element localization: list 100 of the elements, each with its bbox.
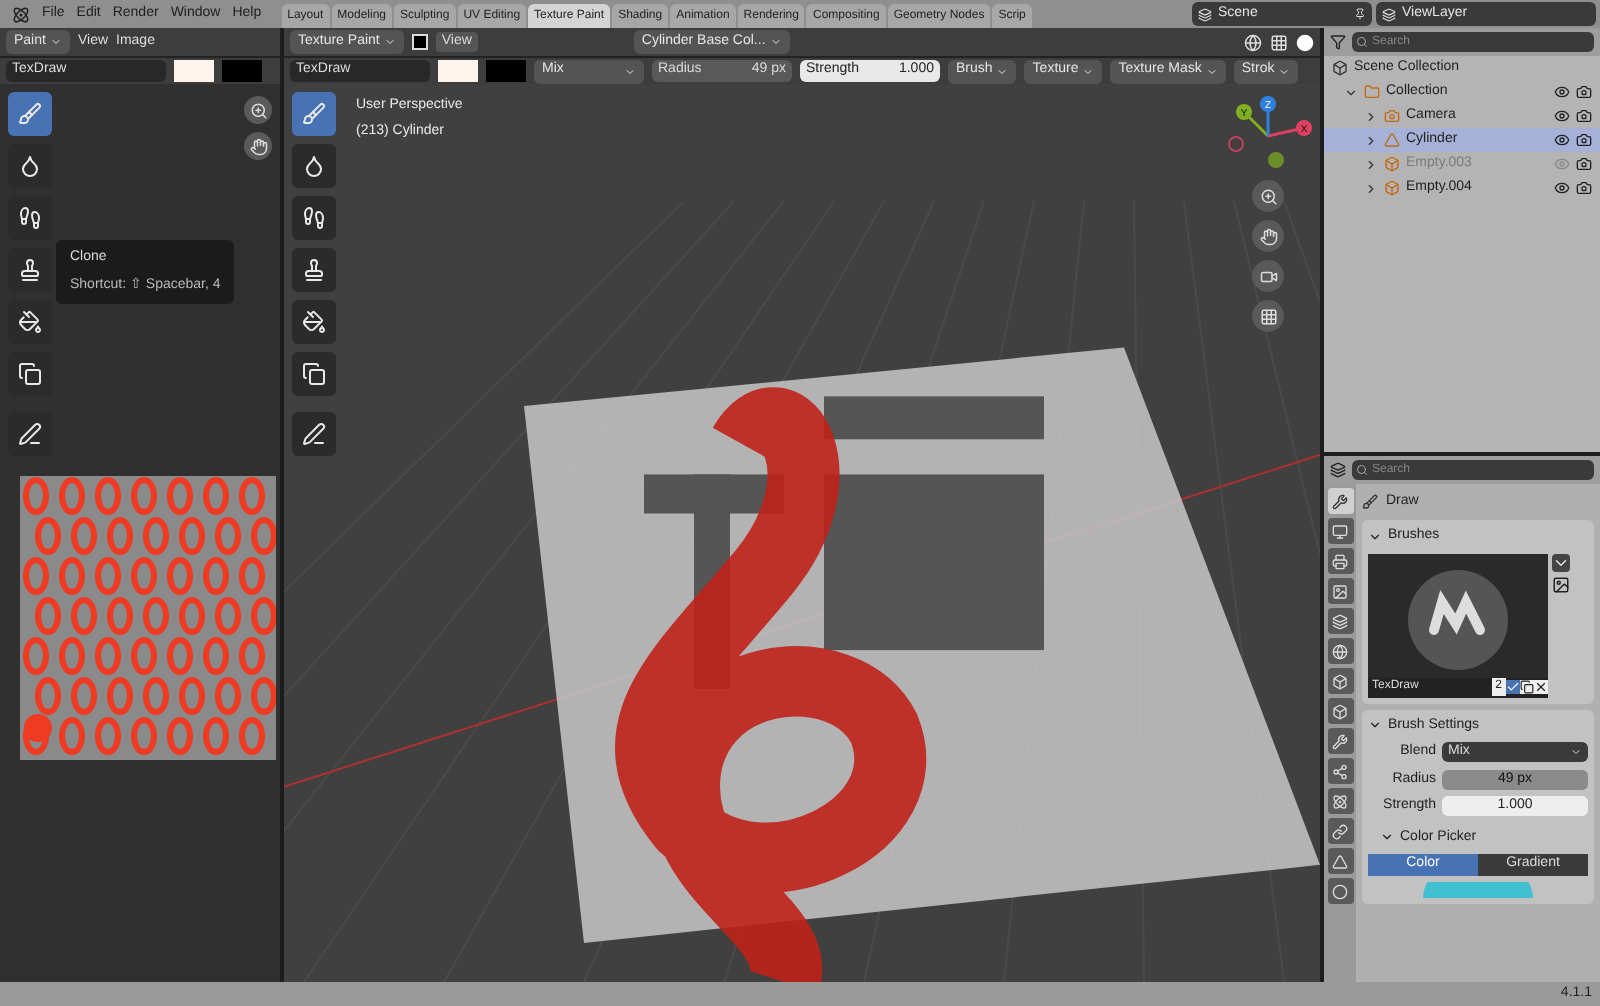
- smear-tool-icon: [18, 206, 42, 230]
- caret-icon: [383, 36, 396, 48]
- caret-icon: [624, 65, 636, 77]
- soften-tool-icon: [18, 154, 42, 178]
- zoom-icon: [1259, 187, 1277, 205]
- secondary-color-swatch[interactable]: [486, 60, 526, 82]
- render-icon[interactable]: [1576, 132, 1592, 148]
- properties-tab[interactable]: [1327, 488, 1353, 514]
- output-tab-icon: [1332, 553, 1348, 569]
- modifier-tab-icon: [1332, 733, 1348, 749]
- dropdown-icon[interactable]: [1552, 553, 1570, 571]
- properties-tab[interactable]: [1327, 878, 1353, 904]
- render-icon[interactable]: [1576, 108, 1592, 124]
- empty-icon: [1384, 156, 1400, 172]
- fake-user-icon[interactable]: [1506, 680, 1520, 694]
- visibility-icon[interactable]: [1554, 180, 1570, 196]
- grid-icon: [1259, 307, 1277, 325]
- caret-icon: [1082, 65, 1095, 77]
- tool-button[interactable]: [8, 352, 52, 396]
- shading-icon[interactable]: [1296, 33, 1314, 51]
- tool-button[interactable]: [292, 144, 336, 188]
- physics-tab-icon: [1332, 793, 1348, 809]
- properties-tab[interactable]: [1327, 638, 1353, 664]
- properties-tab[interactable]: [1327, 848, 1353, 874]
- tool-button[interactable]: [8, 92, 52, 136]
- collection-icon: [1364, 84, 1380, 100]
- zoom-button[interactable]: [244, 96, 272, 124]
- caret-icon: [1205, 65, 1218, 77]
- view-tab-icon: [1332, 583, 1348, 599]
- image-icon[interactable]: [1552, 575, 1570, 593]
- camera-icon: [1384, 108, 1400, 124]
- fill-tool-icon: [18, 310, 42, 334]
- tool-button[interactable]: [292, 248, 336, 292]
- tool-button[interactable]: [8, 196, 52, 240]
- caret-icon: [1570, 746, 1582, 759]
- tool-button[interactable]: [8, 412, 52, 456]
- mesh-icon: [1384, 132, 1400, 148]
- duplicate-icon[interactable]: [1520, 680, 1534, 694]
- filter-icon[interactable]: [1330, 34, 1346, 50]
- xray-icon[interactable]: [1270, 33, 1288, 51]
- mask-tool-icon: [302, 362, 326, 386]
- pan-button[interactable]: [244, 132, 272, 160]
- properties-tab[interactable]: [1327, 578, 1353, 604]
- properties-tab[interactable]: [1327, 608, 1353, 634]
- annotate-tool-icon: [18, 422, 42, 446]
- chevron-icon: [1368, 529, 1382, 544]
- visibility-icon[interactable]: [1554, 108, 1570, 124]
- properties-tab[interactable]: [1327, 548, 1353, 574]
- tool-button[interactable]: [292, 300, 336, 344]
- tool-button[interactable]: [292, 352, 336, 396]
- properties-tab[interactable]: [1327, 518, 1353, 544]
- draw-tool-icon: [18, 102, 42, 126]
- caret-icon: [49, 36, 62, 48]
- primary-color-swatch[interactable]: [438, 60, 478, 82]
- render-icon[interactable]: [1576, 84, 1592, 100]
- app-logo-icon: [12, 5, 30, 23]
- properties-tab[interactable]: [1327, 668, 1353, 694]
- tool-button[interactable]: [8, 300, 52, 344]
- collection-tab-icon: [1332, 673, 1348, 689]
- camera-icon: [1259, 267, 1277, 285]
- tool-button[interactable]: [292, 196, 336, 240]
- properties-tab[interactable]: [1327, 728, 1353, 754]
- overlay-icon[interactable]: [1244, 33, 1262, 51]
- color-swatch[interactable]: [411, 34, 428, 50]
- chevron-icon: [1368, 718, 1382, 733]
- scene-icon: [1198, 7, 1212, 21]
- primary-color-swatch[interactable]: [174, 60, 214, 82]
- properties-tab[interactable]: [1327, 758, 1353, 784]
- smear-tool-icon: [302, 206, 326, 230]
- editor-type-icon[interactable]: [1330, 462, 1346, 478]
- scene-tab-icon: [1332, 613, 1348, 629]
- tool-tab-icon: [1332, 493, 1348, 509]
- tool-button[interactable]: [8, 248, 52, 292]
- empty-icon: [1384, 180, 1400, 196]
- scene-collection-icon: [1332, 60, 1348, 76]
- properties-tab[interactable]: [1327, 818, 1353, 844]
- properties-tab[interactable]: [1327, 698, 1353, 724]
- fill-tool-icon: [302, 310, 326, 334]
- tool-button[interactable]: [292, 412, 336, 456]
- mask-tool-icon: [18, 362, 42, 386]
- search-icon: [1356, 464, 1368, 476]
- zoom-icon: [249, 101, 267, 119]
- search-icon: [1356, 36, 1368, 48]
- caret-icon: [1278, 65, 1291, 77]
- unlink-icon[interactable]: [1534, 680, 1548, 694]
- hand-icon: [249, 137, 267, 155]
- draw-tool-icon: [302, 102, 326, 126]
- properties-tab[interactable]: [1327, 788, 1353, 814]
- tool-button[interactable]: [292, 92, 336, 136]
- chevron-icon: [1380, 830, 1394, 845]
- hand-icon: [1259, 227, 1277, 245]
- material-tab-icon: [1332, 883, 1348, 899]
- constraint-tab-icon: [1332, 823, 1348, 839]
- tool-button[interactable]: [8, 144, 52, 188]
- data-tab-icon: [1332, 853, 1348, 869]
- visibility-icon[interactable]: [1554, 132, 1570, 148]
- pin-icon[interactable]: [1354, 8, 1366, 20]
- render-icon[interactable]: [1576, 180, 1592, 196]
- secondary-color-swatch[interactable]: [222, 60, 262, 82]
- visibility-icon[interactable]: [1554, 84, 1570, 100]
